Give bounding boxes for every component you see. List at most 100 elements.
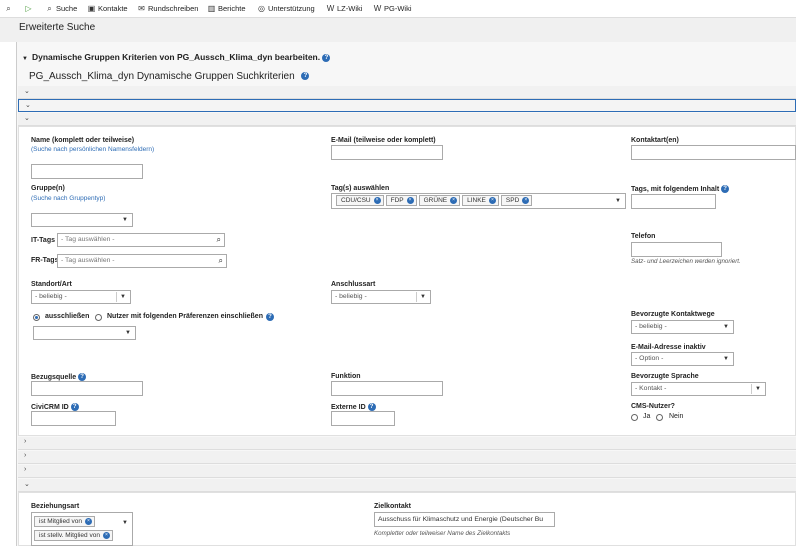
tag-chip: LINKE × xyxy=(462,195,499,206)
contact-type-select[interactable] xyxy=(631,145,796,160)
remove-tag-icon[interactable]: × xyxy=(488,196,496,204)
remove-tag-icon[interactable]: × xyxy=(522,196,530,204)
email-input[interactable] xyxy=(331,145,443,160)
remove-tag-icon[interactable]: × xyxy=(85,517,92,525)
criteria-subtitle: PG_Aussch_Klima_dyn Dynamische Gruppen S… xyxy=(29,71,310,82)
email-inactive-label: E-Mail-Adresse inaktiv xyxy=(631,344,706,351)
accordion-header[interactable]: ▼ Dynamische Gruppen Kriterien von PG_Aus… xyxy=(22,52,331,62)
external-id-input[interactable] xyxy=(331,411,395,426)
phone-input[interactable] xyxy=(631,242,722,257)
target-contact-input[interactable]: Ausschuss für Klimaschutz und Energie (D… xyxy=(374,512,555,527)
dropdown-arrow-icon: ▼ xyxy=(125,330,131,336)
email-label: E-Mail (teilweise oder komplett) xyxy=(331,137,436,144)
home-button[interactable]: ▷ xyxy=(24,0,35,18)
help-icon[interactable]: ? xyxy=(721,185,730,193)
remove-tag-icon[interactable]: × xyxy=(406,196,414,204)
chevron-down-icon: ⌄ xyxy=(24,88,30,95)
chevron-right-icon: › xyxy=(24,452,27,459)
collapsed-section[interactable]: › xyxy=(18,465,796,478)
remove-tag-icon[interactable]: × xyxy=(373,196,381,204)
page-title: Erweiterte Suche xyxy=(19,22,96,33)
include-radio[interactable] xyxy=(95,314,102,321)
preferred-language-select[interactable]: - Kontakt - ▼ xyxy=(631,382,766,396)
relationship-section-header[interactable]: ⌄ xyxy=(18,479,796,492)
cms-user-yes-radio[interactable] xyxy=(631,414,638,421)
fr-tags-search[interactable]: - Tag auswählen - ⌕ xyxy=(57,254,227,268)
search-icon: ⌕ xyxy=(47,4,52,13)
tags-content-input[interactable] xyxy=(631,194,716,209)
include-label: Nutzer mit folgenden Präferenzen einschl… xyxy=(107,313,263,320)
phone-label: Telefon xyxy=(631,233,656,240)
email-inactive-select[interactable]: - Option - ▼ xyxy=(631,352,734,366)
help-icon[interactable]: ? xyxy=(78,373,87,381)
menu-item-reports[interactable]: ▥ Berichte xyxy=(207,0,246,18)
dropdown-arrow-icon: ▼ xyxy=(120,294,126,300)
menu-item-mailings[interactable]: ✉ Rundschreiben xyxy=(137,0,198,18)
collapsed-section[interactable]: › xyxy=(18,451,796,464)
location-type-select[interactable]: - beliebig - ▼ xyxy=(31,290,131,304)
remove-tag-icon[interactable]: × xyxy=(102,531,110,539)
quicksearch-button[interactable]: ⌕ xyxy=(4,0,15,18)
help-icon[interactable]: ? xyxy=(301,72,310,81)
civicrm-id-input[interactable] xyxy=(31,411,116,426)
collapsed-section[interactable]: ⌄ xyxy=(18,86,796,99)
menu-item-lz-wiki[interactable]: W LZ-Wiki xyxy=(326,0,363,18)
it-tags-label: IT-Tags xyxy=(31,237,55,244)
connection-type-select[interactable]: - beliebig - ▼ xyxy=(331,290,431,304)
collapsed-section-active[interactable]: ⌄ xyxy=(18,99,796,112)
function-label: Funktion xyxy=(331,373,361,380)
caret-down-icon: ▼ xyxy=(22,56,28,62)
remove-tag-icon[interactable]: × xyxy=(450,196,458,204)
help-icon[interactable]: ? xyxy=(367,403,376,411)
dropdown-arrow-icon: ▼ xyxy=(723,324,729,330)
dropdown-arrow-icon: ▼ xyxy=(122,217,128,223)
exclude-radio[interactable] xyxy=(33,314,40,321)
relationship-type-multiselect[interactable]: ist Mitglied von × ist stellv. Mitglied v… xyxy=(31,512,133,546)
source-input[interactable] xyxy=(31,381,143,396)
target-contact-note: Kompletter oder teilweiser Name des Ziel… xyxy=(374,530,511,537)
group-sub-label: (Suche nach Gruppentyp) xyxy=(31,195,106,202)
help-icon[interactable]: ? xyxy=(322,53,331,62)
collapsed-section[interactable]: › xyxy=(18,437,796,450)
search-icon: ⌕ xyxy=(6,4,11,13)
civicrm-logo-icon: ▷ xyxy=(25,4,32,13)
tags-select-label: Tag(s) auswählen xyxy=(331,185,390,192)
dropdown-arrow-icon: ▼ xyxy=(615,198,621,204)
it-tags-search[interactable]: - Tag auswählen - ⌕ xyxy=(57,233,225,247)
source-label: Bezugsquelle ? xyxy=(31,373,87,381)
fr-tags-label: FR-Tags xyxy=(31,257,59,264)
basic-criteria-section-header[interactable]: ⌄ xyxy=(18,113,796,126)
function-input[interactable] xyxy=(331,381,443,396)
cms-user-yes-label: Ja xyxy=(643,413,651,420)
menu-item-search[interactable]: ⌕ Suche xyxy=(45,0,77,18)
wiki-icon: W xyxy=(326,4,335,13)
cms-user-no-radio[interactable] xyxy=(656,414,663,421)
preferences-select[interactable]: ▼ xyxy=(33,326,136,340)
menu-item-pg-wiki[interactable]: W PG-Wiki xyxy=(373,0,412,18)
support-icon: ◎ xyxy=(258,4,265,13)
dropdown-arrow-icon: ▼ xyxy=(122,520,128,526)
tag-chip: FDP × xyxy=(385,195,417,206)
mail-icon: ✉ xyxy=(138,4,145,13)
external-id-label: Externe ID ? xyxy=(331,403,376,411)
name-sub-label: (Suche nach persönlichen Namensfeldern) xyxy=(31,146,155,153)
name-input[interactable] xyxy=(31,164,143,179)
preferred-language-label: Bevorzugte Sprache xyxy=(631,373,699,380)
name-label: Name (komplett oder teilweise) xyxy=(31,137,135,144)
tags-multiselect[interactable]: CDU/CSU × FDP × GRÜNE × LINKE × SPD × ▼ xyxy=(331,193,626,209)
chevron-down-icon: ⌄ xyxy=(24,115,30,122)
chevron-down-icon: ⌄ xyxy=(24,481,30,488)
help-icon[interactable]: ? xyxy=(70,403,79,411)
chevron-right-icon: › xyxy=(24,466,27,473)
tag-chip: CDU/CSU × xyxy=(336,195,384,206)
help-icon[interactable]: ? xyxy=(266,313,274,321)
contacts-icon: ▣ xyxy=(87,4,96,13)
target-contact-label: Zielkontakt xyxy=(374,503,411,510)
preferred-contact-select[interactable]: - beliebig - ▼ xyxy=(631,320,734,334)
reports-icon: ▥ xyxy=(207,4,216,13)
preferred-contact-label: Bevorzugte Kontaktwege xyxy=(631,311,715,318)
menu-item-contacts[interactable]: ▣ Kontakte xyxy=(87,0,128,18)
chevron-down-icon: ⌄ xyxy=(25,102,31,109)
group-select[interactable]: ▼ xyxy=(31,213,133,227)
menu-item-support[interactable]: ◎ Unterstützung xyxy=(257,0,315,18)
